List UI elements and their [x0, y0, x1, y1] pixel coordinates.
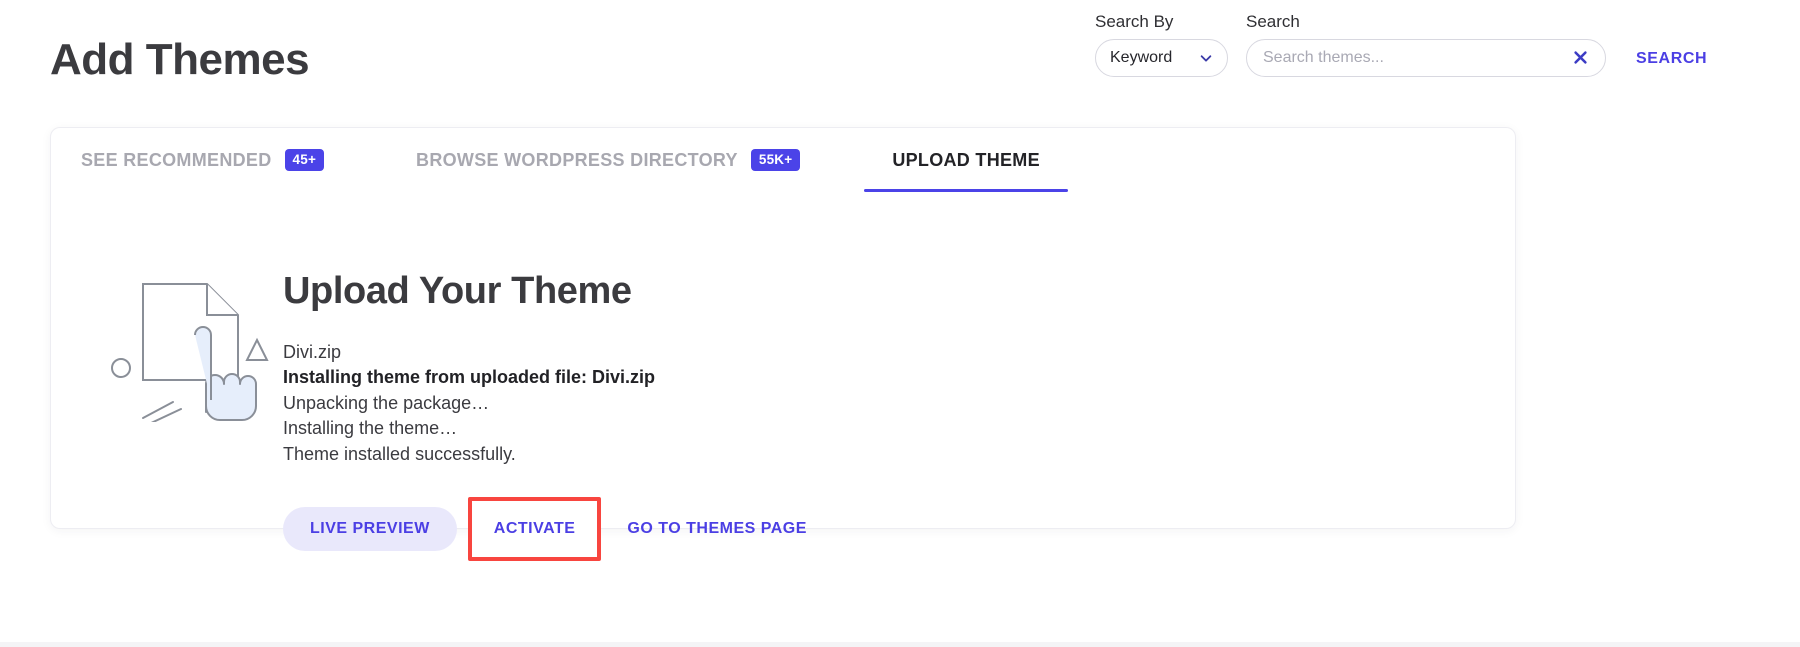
- tab-browse-wordpress-directory[interactable]: BROWSE WORDPRESS DIRECTORY 55K+: [416, 128, 800, 192]
- go-to-themes-page-button[interactable]: GO TO THEMES PAGE: [627, 520, 806, 538]
- activate-button[interactable]: ACTIVATE: [468, 497, 602, 561]
- log-line: Divi.zip: [283, 340, 1433, 366]
- add-themes-page: Add Themes Search By Keyword Search: [0, 0, 1800, 647]
- search-by-group: Search By Keyword: [1095, 13, 1228, 77]
- search-field-wrapper[interactable]: [1246, 39, 1606, 77]
- search-group: Search: [1246, 13, 1606, 77]
- document-hand-click-icon: [101, 272, 281, 422]
- tab-badge: 45+: [285, 149, 325, 171]
- log-line: Theme installed successfully.: [283, 442, 1433, 468]
- tab-label: SEE RECOMMENDED: [81, 150, 272, 171]
- search-button[interactable]: SEARCH: [1624, 50, 1707, 77]
- tab-label: BROWSE WORDPRESS DIRECTORY: [416, 150, 738, 171]
- tab-upload-theme[interactable]: UPLOAD THEME: [892, 128, 1040, 192]
- search-by-label: Search By: [1095, 13, 1228, 32]
- themes-card: SEE RECOMMENDED 45+ BROWSE WORDPRESS DIR…: [50, 127, 1516, 529]
- chevron-down-icon: [1199, 51, 1213, 65]
- log-line: Installing theme from uploaded file: Div…: [283, 365, 1433, 391]
- search-by-value: Keyword: [1110, 49, 1199, 67]
- search-label: Search: [1246, 13, 1606, 32]
- search-input[interactable]: [1263, 49, 1571, 67]
- close-x-icon[interactable]: [1571, 49, 1589, 67]
- search-controls: Search By Keyword Search: [1095, 13, 1707, 77]
- tab-badge: 55K+: [751, 149, 800, 171]
- live-preview-button[interactable]: LIVE PREVIEW: [283, 507, 457, 551]
- log-line: Unpacking the package…: [283, 391, 1433, 417]
- tab-label: UPLOAD THEME: [892, 150, 1040, 171]
- search-by-select[interactable]: Keyword: [1095, 39, 1228, 77]
- page-title: Add Themes: [50, 36, 309, 84]
- tab-bar: SEE RECOMMENDED 45+ BROWSE WORDPRESS DIR…: [51, 128, 1515, 192]
- install-log: Divi.zip Installing theme from uploaded …: [283, 340, 1433, 468]
- upload-content: Upload Your Theme Divi.zip Installing th…: [283, 270, 1433, 561]
- upload-heading: Upload Your Theme: [283, 270, 1433, 314]
- upload-theme-panel: Upload Your Theme Divi.zip Installing th…: [51, 192, 1515, 528]
- log-line: Installing the theme…: [283, 416, 1433, 442]
- tab-see-recommended[interactable]: SEE RECOMMENDED 45+: [81, 128, 324, 192]
- action-buttons: LIVE PREVIEW ACTIVATE GO TO THEMES PAGE: [283, 497, 1433, 561]
- activate-button-label: ACTIVATE: [494, 520, 576, 538]
- page-bottom-strip: [0, 642, 1800, 647]
